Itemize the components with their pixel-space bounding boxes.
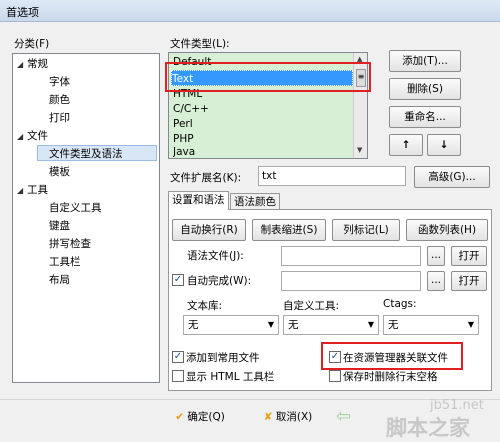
add-button[interactable]: 添加(T)... — [389, 50, 461, 72]
list-item[interactable]: HTML — [173, 86, 202, 102]
tree-item-color[interactable]: 颜色 — [49, 92, 70, 108]
custom-tools-select[interactable]: 无 ▼ — [283, 315, 379, 335]
cancel-button[interactable]: ✘ 取消(X) — [248, 406, 328, 428]
tree-item-tools[interactable]: 工具 — [27, 182, 48, 198]
syntax-file-label: 语法文件(J): — [187, 250, 244, 262]
show-html-toolbar-checkbox[interactable] — [172, 370, 184, 382]
autocomplete-label: 自动完成(W): — [187, 275, 252, 287]
tree-item-font[interactable]: 字体 — [49, 74, 70, 90]
chevron-down-icon: ▼ — [367, 320, 374, 329]
tree-item-spellcheck[interactable]: 拼写检查 — [49, 236, 91, 252]
window-title: 首选项 — [6, 6, 39, 19]
delete-button[interactable]: 删除(S) — [389, 78, 461, 100]
tree-item-layout[interactable]: 布局 — [49, 272, 70, 288]
watermark-name: 脚本之家 — [386, 416, 470, 440]
library-label: 文本库: — [187, 300, 223, 312]
category-label: 分类(F) — [14, 38, 50, 50]
back-arrow-icon: ⇦ — [336, 406, 352, 427]
ctags-label: Ctags: — [383, 298, 417, 310]
checkmark-icon: ✔ — [175, 411, 184, 423]
title-bar: 首选项 — [0, 0, 500, 22]
extension-label: 文件扩展名(K): — [170, 172, 242, 184]
autocomplete-input[interactable] — [281, 271, 421, 291]
syntax-file-input[interactable] — [281, 246, 421, 266]
autocomplete-checkbox[interactable]: ✓ — [172, 274, 184, 286]
close-icon: ✘ — [263, 411, 273, 423]
collapse-triangle-icon[interactable]: ◢ — [17, 132, 23, 141]
ctags-select[interactable]: 无 ▼ — [383, 315, 479, 335]
watermark-site: jb51.net — [430, 398, 484, 413]
syntax-open-button[interactable]: 打开 — [451, 246, 487, 266]
scroll-up-icon[interactable]: ▲ — [357, 55, 362, 63]
autocomplete-browse-button[interactable]: ... — [427, 271, 445, 291]
tab-panel: 自动换行(R) 制表缩进(S) 列标记(L) 函数列表(H) 语法文件(J): … — [168, 209, 492, 391]
tab-settings-syntax[interactable]: 设置和语法 — [168, 191, 229, 210]
add-to-recent-label: 添加到常用文件 — [186, 352, 260, 364]
word-wrap-button[interactable]: 自动换行(R) — [172, 219, 246, 241]
extension-input[interactable]: txt — [258, 166, 406, 186]
list-item[interactable]: C/C++ — [173, 101, 209, 117]
associate-explorer-checkbox[interactable]: ✓ — [329, 351, 341, 363]
list-item-selected[interactable]: Text — [171, 70, 353, 86]
list-item[interactable]: PHP — [173, 131, 194, 147]
function-list-button[interactable]: 函数列表(H) — [406, 219, 488, 241]
tree-item-print[interactable]: 打印 — [49, 110, 70, 126]
tree-item-filetype-syntax[interactable]: 文件类型及语法 — [37, 145, 157, 161]
list-item[interactable]: Perl — [173, 116, 193, 132]
tab-indent-button[interactable]: 制表缩进(S) — [252, 219, 326, 241]
library-value: 无 — [188, 319, 199, 331]
collapse-triangle-icon[interactable]: ◢ — [17, 186, 23, 195]
strip-trailing-checkbox[interactable] — [329, 370, 341, 382]
associate-explorer-label: 在资源管理器关联文件 — [343, 352, 448, 364]
category-tree[interactable]: ◢ 常规 字体 颜色 打印 ◢ 文件 文件类型及语法 模板 ◢ 工具 自定义工具… — [12, 53, 160, 383]
cancel-label: 取消(X) — [275, 411, 313, 423]
autocomplete-open-button[interactable]: 打开 — [451, 271, 487, 291]
tree-item-general[interactable]: 常规 — [27, 56, 48, 72]
chevron-down-icon: ▼ — [467, 320, 474, 329]
list-item[interactable]: Default — [173, 54, 211, 70]
filetype-label: 文件类型(L): — [170, 38, 230, 50]
scroll-down-icon[interactable]: ▼ — [357, 146, 362, 154]
tree-item-file[interactable]: 文件 — [27, 128, 48, 144]
ok-button[interactable]: ✔ 确定(Q) — [160, 406, 240, 428]
library-select[interactable]: 无 ▼ — [183, 315, 279, 335]
show-html-toolbar-label: 显示 HTML 工具栏 — [186, 371, 275, 383]
chevron-down-icon: ▼ — [267, 320, 274, 329]
tree-item-keyboard[interactable]: 键盘 — [49, 218, 70, 234]
scroll-thumb[interactable]: ≡ — [356, 69, 366, 87]
collapse-triangle-icon[interactable]: ◢ — [17, 60, 23, 69]
filetype-list[interactable]: Default Text HTML C/C++ Perl PHP Java ▲ … — [168, 52, 368, 159]
ctags-value: 无 — [388, 319, 399, 331]
tree-item-toolbar[interactable]: 工具栏 — [49, 254, 81, 270]
move-up-button[interactable]: ↑ — [389, 134, 423, 156]
tree-item-custom-tools[interactable]: 自定义工具 — [49, 200, 102, 216]
footer-divider — [0, 399, 500, 400]
strip-trailing-label: 保存时删除行末空格 — [343, 371, 438, 383]
ok-label: 确定(Q) — [187, 411, 225, 423]
add-to-recent-checkbox[interactable]: ✓ — [172, 351, 184, 363]
custom-tools-label: 自定义工具: — [283, 300, 340, 312]
custom-tools-value: 无 — [288, 319, 299, 331]
advanced-button[interactable]: 高级(G)... — [414, 166, 490, 188]
column-marker-button[interactable]: 列标记(L) — [332, 219, 400, 241]
move-down-button[interactable]: ↓ — [427, 134, 461, 156]
list-item[interactable]: Java — [173, 146, 195, 158]
rename-button[interactable]: 重命名... — [389, 106, 461, 128]
list-scrollbar[interactable]: ▲ ≡ ▼ — [353, 53, 367, 158]
tree-item-template[interactable]: 模板 — [49, 164, 70, 180]
syntax-browse-button[interactable]: ... — [427, 246, 445, 266]
